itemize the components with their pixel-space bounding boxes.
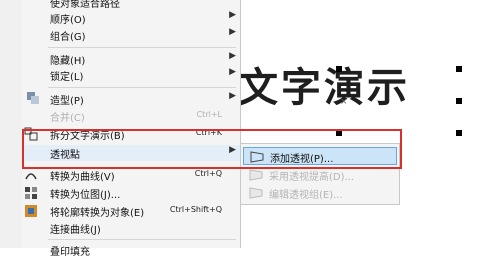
outline-to-object-icon [25,205,37,217]
selection-handle[interactable] [336,130,342,136]
submenu-item-add-perspective[interactable]: 添加透视(P)... [243,147,397,165]
menu-item-hide[interactable]: 隐藏(H) ▶ [22,51,240,67]
menu-item-convert-to-curves[interactable]: 转换为曲线(V) Ctrl+Q [22,167,240,183]
menu-item-shaping[interactable]: 造型(P) ▶ [22,91,240,107]
add-perspective-icon [250,151,264,163]
selection-handle[interactable] [456,98,462,104]
selection-handle[interactable] [456,130,462,136]
submenu-item-copy-perspective[interactable]: 采用透视提高(D)... [243,166,397,184]
menu-item-convert-to-bitmap[interactable]: 转换为位图(J)... [22,185,240,201]
break-apart-icon [24,127,38,141]
perspective-submenu: 添加透视(P)... 采用透视提高(D)... 编辑透视组(E)... [240,143,400,205]
submenu-arrow-icon: ▶ [229,51,236,61]
menu-item-outline-to-object[interactable]: 将轮廓转换为对象(E) Ctrl+Shift+Q [22,203,240,219]
selection-handle[interactable] [456,66,462,72]
copy-perspective-icon [249,169,263,181]
menu-item-join-curves[interactable]: 连接曲线(J) [22,220,240,236]
center-marker-icon: × [340,97,348,107]
menu-item-combine[interactable]: 合并(C) Ctrl+L [22,108,240,124]
menu-item-order[interactable]: 顺序(O) ▶ [22,10,240,26]
submenu-arrow-icon: ▶ [229,27,236,37]
convert-to-curves-icon [25,173,37,180]
selection-handle[interactable] [336,66,342,72]
menu-item-break-apart[interactable]: 拆分文字演示(B) Ctrl+K [22,126,240,142]
menu-item-overprint-fill[interactable]: 叠印填充 [22,242,240,258]
menu-item-fit-to-path[interactable]: 使对象适合路径 [22,0,240,10]
submenu-arrow-icon: ▶ [229,67,236,77]
canvas-text-object[interactable]: 文字演示 [238,68,410,108]
submenu-arrow-icon: ▶ [229,10,236,20]
edit-perspective-icon [249,187,263,199]
menu-separator [48,87,236,88]
menu-separator [48,47,236,48]
submenu-arrow-icon: ▶ [229,145,236,155]
shaping-icon [27,92,39,104]
menu-item-perspective[interactable]: 透视點 ▶ [22,145,240,161]
context-menu: 使对象适合路径 顺序(O) ▶ 组合(G) ▶ 隐藏(H) ▶ 锁定(L) ▶ … [22,0,241,258]
menu-item-group[interactable]: 组合(G) ▶ [22,27,240,43]
menu-icon-gutter [0,0,22,248]
convert-to-bitmap-icon [25,187,37,199]
menu-item-lock[interactable]: 锁定(L) ▶ [22,67,240,83]
submenu-item-edit-perspective-group[interactable]: 编辑透视组(E)... [243,184,397,202]
submenu-arrow-icon: ▶ [229,91,236,101]
menu-separator [48,239,236,240]
